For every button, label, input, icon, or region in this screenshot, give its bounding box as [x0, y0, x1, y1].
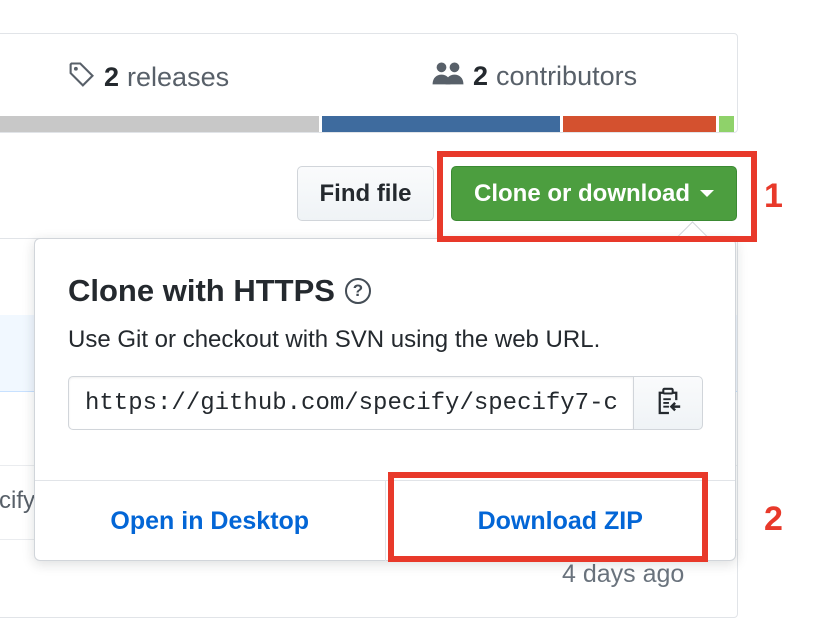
releases-count: 2 [104, 62, 120, 92]
clone-description: Use Git or checkout with SVN using the w… [68, 326, 601, 353]
question-icon[interactable]: ? [344, 278, 371, 304]
language-bar-segment[interactable] [0, 116, 319, 132]
find-file-label: Find file [319, 179, 412, 207]
contributors-link[interactable]: 2 contributors [431, 60, 637, 93]
clone-url-input[interactable] [68, 376, 633, 430]
releases-link[interactable]: 2 releases [68, 60, 229, 95]
commit-age: 4 days ago [562, 560, 685, 588]
contributors-count: 2 [473, 61, 489, 91]
file-commit-message: cify [0, 487, 35, 514]
annotation-box-2 [388, 472, 708, 562]
tag-icon [68, 60, 96, 95]
annotation-number-1: 1 [764, 177, 783, 215]
clipboard-icon [654, 386, 682, 421]
language-bar[interactable] [0, 116, 737, 132]
open-in-desktop-link[interactable]: Open in Desktop [35, 481, 385, 561]
language-bar-segment[interactable] [563, 116, 716, 132]
open-desktop-label: Open in Desktop [110, 506, 310, 535]
language-bar-segment[interactable] [322, 116, 560, 132]
annotation-number-2: 2 [764, 500, 783, 538]
clone-url-group [68, 376, 703, 430]
annotation-box-1 [437, 151, 757, 242]
clone-title-row: Clone with HTTPS ? [68, 273, 371, 309]
language-bar-segment[interactable] [719, 116, 734, 132]
contributors-label: contributors [496, 61, 638, 91]
find-file-button[interactable]: Find file [297, 166, 434, 221]
clone-title: Clone with HTTPS [68, 273, 335, 308]
releases-label: releases [127, 62, 230, 92]
people-icon [431, 60, 465, 93]
repo-summary: 2 releases 2 contributors [0, 33, 738, 133]
copy-url-button[interactable] [633, 376, 703, 430]
